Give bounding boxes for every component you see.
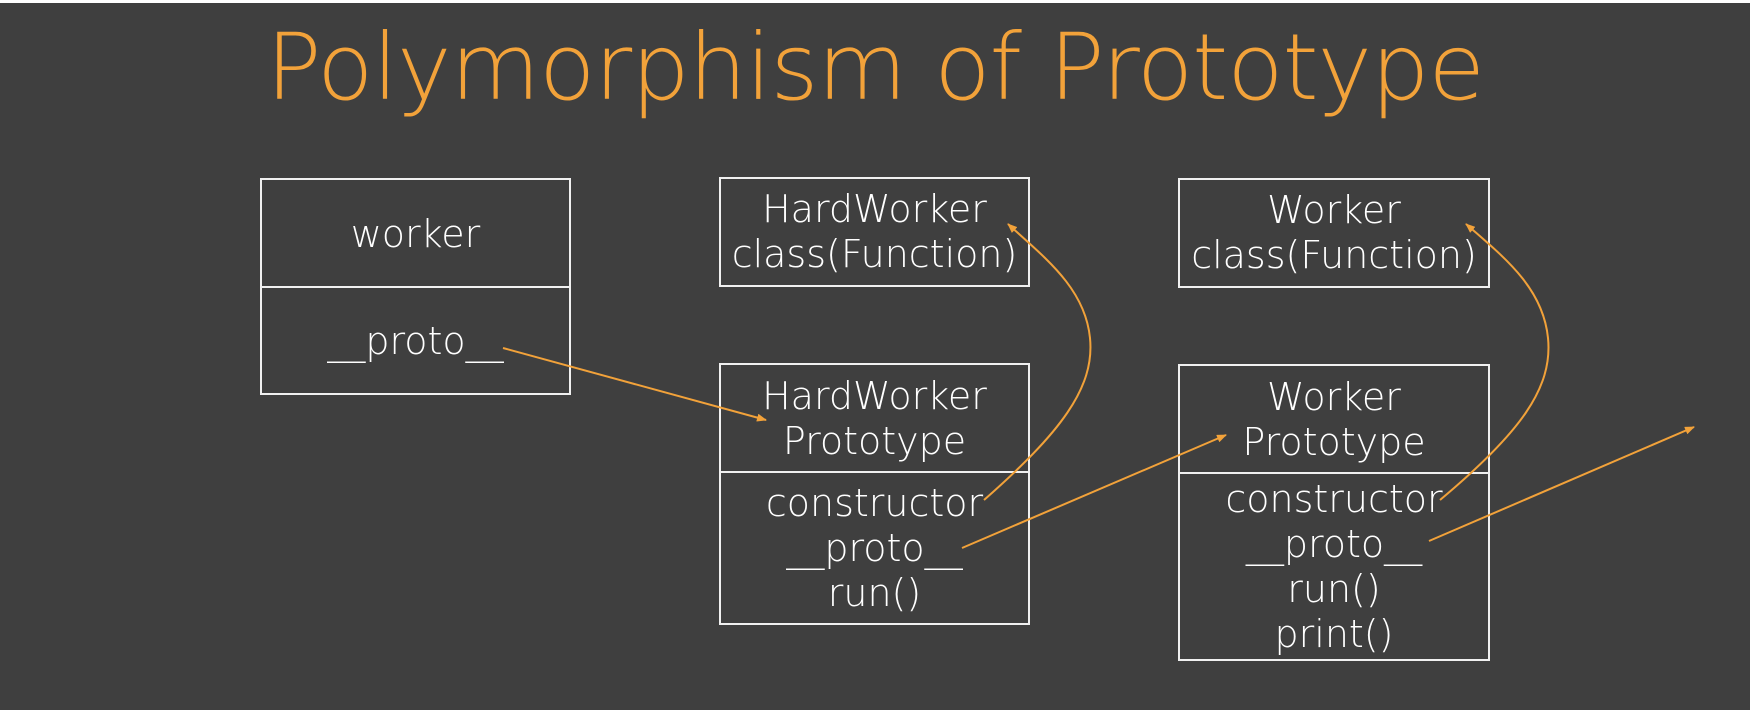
hardworker-class-type: class(Function) [731, 232, 1018, 276]
worker-class-box: Worker class(Function) [1178, 178, 1490, 288]
worker-prototype-members: constructor __proto__ run() print() [1180, 472, 1488, 659]
worker-object-box: worker __proto__ [260, 178, 571, 395]
worker-object-header: worker [262, 180, 569, 287]
worker-prototype-header: Worker Prototype [1180, 366, 1488, 473]
hardworker-prototype-members: constructor __proto__ run() [721, 471, 1028, 623]
worker-prototype-member: print() [1274, 611, 1394, 656]
worker-prototype-member: constructor [1225, 476, 1443, 521]
worker-class-name: Worker [1267, 188, 1401, 232]
hardworker-prototype-member: __proto__ [786, 525, 963, 570]
hardworker-prototype-name: HardWorker [762, 373, 987, 418]
worker-prototype-type: Prototype [1242, 419, 1426, 464]
slide: Polymorphism of Prototype worker __proto… [0, 3, 1750, 710]
hardworker-class-box: HardWorker class(Function) [719, 177, 1030, 287]
worker-object-body: __proto__ [262, 286, 569, 394]
worker-prototype-name: Worker [1267, 374, 1401, 419]
hardworker-prototype-member: run() [827, 570, 922, 615]
worker-prototype-member: __proto__ [1245, 521, 1423, 566]
hardworker-class-name: HardWorker [762, 187, 987, 231]
worker-object-name: worker [350, 211, 481, 256]
page-title: Polymorphism of Prototype [265, 14, 1485, 121]
hardworker-prototype-header: HardWorker Prototype [721, 365, 1028, 472]
hardworker-prototype-type: Prototype [782, 418, 967, 463]
worker-class-label: Worker class(Function) [1180, 180, 1488, 286]
worker-prototype-box: Worker Prototype constructor __proto__ r… [1178, 364, 1490, 661]
hardworker-class-label: HardWorker class(Function) [721, 179, 1028, 285]
worker-class-type: class(Function) [1191, 233, 1477, 277]
worker-prototype-member: run() [1287, 566, 1381, 611]
worker-object-proto: __proto__ [327, 319, 504, 363]
hardworker-prototype-member: constructor [765, 480, 984, 525]
hardworker-prototype-box: HardWorker Prototype constructor __proto… [719, 363, 1030, 625]
